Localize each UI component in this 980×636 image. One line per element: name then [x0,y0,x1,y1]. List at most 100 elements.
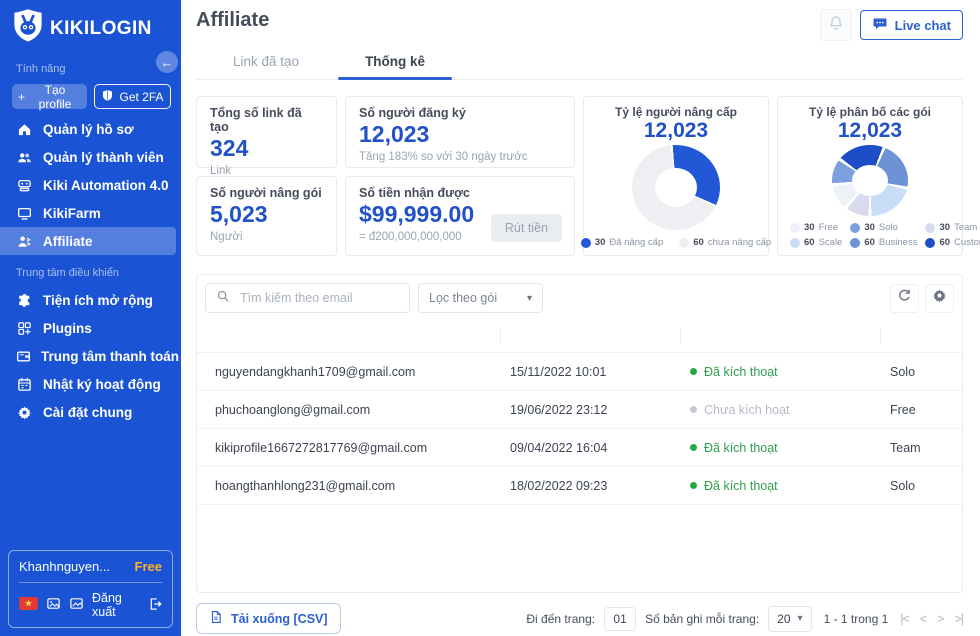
sidebar-item-activity-log[interactable]: Nhật ký hoạt động [0,370,176,398]
per-page-label: Số bản ghi mỗi trang: [645,612,759,626]
shield-icon [101,89,114,105]
logout-button[interactable]: Đăng xuất [92,591,162,619]
per-page-select[interactable]: 20 ▾ [768,606,811,632]
legend-value: 30 [804,222,815,233]
plan-cell: Team [880,441,962,455]
pagination-next-button[interactable]: > [937,612,943,626]
download-csv-button[interactable]: Tải xuống [CSV] [196,603,341,634]
legend-value: 60 [939,237,950,248]
live-chat-label: Live chat [895,18,951,33]
tab-statistics[interactable]: Thống kê [338,45,452,79]
sidebar-item-label: Plugins [43,321,92,336]
legend-item: 60Scale [790,237,842,248]
sidebar-item-profiles[interactable]: Quản lý hồ sơ [0,115,176,143]
search-input[interactable] [238,290,399,306]
calendar-icon [16,377,33,392]
stats-grid: Tổng số link đã tạo 324 Link Số người đă… [196,96,963,256]
logout-icon [148,597,162,614]
pagination-first-button[interactable]: |< [900,612,909,626]
live-chat-button[interactable]: Live chat [860,10,963,40]
email-cell: phuchoanglong@gmail.com [197,403,500,417]
stat-card: Tổng số link đã tạo 324 Link [196,96,337,168]
gear-icon [932,288,947,308]
status-cell: Đã kích thoạt [680,479,880,493]
stat-title: Số người đăng ký [359,106,561,120]
chart-legend: 30Free30Solo30Team60Scale60Business60Cus… [784,222,956,248]
legend-label: Team [954,222,977,233]
image-icon[interactable] [46,596,61,614]
caret-down-icon: ▾ [798,613,803,624]
legend-value: 60 [804,237,815,248]
filter-row: Lọc theo gói ▾ [197,275,962,321]
table-row: nguyendangkhanh1709@gmail.com 15/11/2022… [197,353,962,391]
chat-icon [872,16,888,35]
pagination-last-button[interactable]: >| [954,612,963,626]
wallet-icon [16,349,31,364]
sidebar-item-label: Quản lý thành viên [43,150,164,165]
plan-cell: Free [880,403,962,417]
table-row: phuchoanglong@gmail.com 19/06/2022 23:12… [197,391,962,429]
date-cell: 18/02/2022 09:23 [500,479,680,493]
get-2fa-label: Get 2FA [119,90,163,104]
sidebar-item-payment[interactable]: Trung tâm thanh toán [0,342,176,370]
sidebar-item-kikifarm[interactable]: KikiFarm [0,199,176,227]
sidebar-collapse-button[interactable]: ← [156,51,178,73]
sidebar-item-affiliate[interactable]: Affiliate [0,227,176,255]
sidebar-item-plugins[interactable]: Plugins [0,314,176,342]
legend-dot-icon [925,223,935,233]
stat-card: Số người đăng ký 12,023 Tăng 183% so với… [345,96,575,168]
affiliate-icon [16,234,33,249]
robot-icon [16,178,33,193]
plugins-icon [16,321,33,336]
legend-dot-icon [850,223,860,233]
legend-item: 60Business [850,237,917,248]
package-filter-select[interactable]: Lọc theo gói ▾ [418,283,543,313]
legend-item: 60 Custom [925,237,980,248]
flag-icon[interactable] [19,597,38,613]
plus-icon: + [18,90,25,104]
sidebar-item-label: Quản lý hồ sơ [43,122,134,137]
brand-logo[interactable]: KIKILOGIN [0,0,181,49]
column-header [880,329,962,344]
sidebar-nav-control: Tiện ích mở rộng Plugins Trung tâm thanh… [0,286,181,426]
table-settings-button[interactable] [925,284,954,313]
legend-item: 30Solo [850,222,917,233]
plan-cell: Solo [880,365,962,379]
download-csv-label: Tải xuống [CSV] [231,612,328,626]
brand-shield-icon [12,8,44,49]
chart-total-value: 12,023 [838,120,902,142]
legend-label: Custom [954,237,980,248]
date-cell: 15/11/2022 10:01 [500,365,680,379]
email-cell: nguyendangkhanh1709@gmail.com [197,365,500,379]
status-text: Chưa kích hoạt [704,403,790,417]
sidebar-item-extensions[interactable]: Tiện ích mở rộng [0,286,176,314]
goto-page-input[interactable] [604,607,636,631]
sidebar-item-settings[interactable]: Cài đặt chung [0,398,176,426]
withdraw-button[interactable]: Rút tiền [491,214,562,242]
notifications-button[interactable] [820,9,852,41]
app-root: KIKILOGIN ← Tính năng + Tạo profile Get … [0,0,980,636]
sidebar-item-members[interactable]: Quản lý thành viên [0,143,176,171]
get-2fa-button[interactable]: Get 2FA [94,84,171,109]
pagination-prev-button[interactable]: < [920,612,926,626]
tab-links-created[interactable]: Link đã tạo [206,45,326,79]
chart-card: Tỷ lệ người nâng cấp12,02330Đã nâng cấp6… [583,96,769,256]
date-cell: 19/06/2022 23:12 [500,403,680,417]
email-cell: kikiprofile1667272817769@gmail.com [197,441,500,455]
legend-label: Đã nâng cấp [609,237,663,248]
legend-dot-icon [850,238,860,248]
status-cell: Đã kích thoạt [680,441,880,455]
sidebar-item-automation[interactable]: Kiki Automation 4.0 [0,171,176,199]
legend-value: 30 [939,222,950,233]
date-cell: 09/04/2022 16:04 [500,441,680,455]
bell-icon [828,15,844,36]
refresh-button[interactable] [890,284,919,313]
stat-subtext: Tăng 183% so với 30 ngày trước [359,151,561,163]
puzzle-icon [16,293,33,308]
sidebar-section-features: Tính năng [0,63,181,75]
chart-title: Tỷ lệ người nâng cấp [615,105,737,119]
image-icon[interactable] [69,596,84,614]
create-profile-button[interactable]: + Tạo profile [12,84,87,109]
column-header [680,329,880,344]
user-plan-badge: Free [135,559,162,574]
